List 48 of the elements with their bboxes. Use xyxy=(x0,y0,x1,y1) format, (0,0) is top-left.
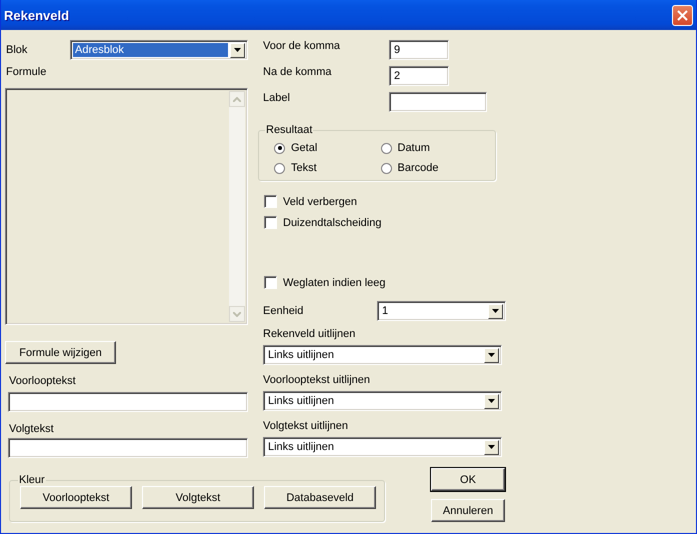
color-button[interactable]: Databaseveld xyxy=(264,486,376,509)
caret-icon xyxy=(234,48,241,52)
formula-field[interactable] xyxy=(5,88,248,325)
window-title: Rekenveld xyxy=(4,8,70,22)
caret-icon xyxy=(488,399,495,403)
scrollbar[interactable] xyxy=(229,91,245,322)
close-button[interactable] xyxy=(672,4,693,26)
prefix-field[interactable] xyxy=(8,392,248,412)
field-label: Blok xyxy=(6,44,28,56)
radio-option[interactable]: Datum xyxy=(380,142,487,154)
group-title: Kleur xyxy=(18,474,46,486)
ok-button[interactable]: OK xyxy=(431,468,505,491)
field-label: Eenheid xyxy=(263,305,304,317)
alignment-dropdown[interactable]: Links uitlijnen xyxy=(263,391,502,411)
caret-icon xyxy=(488,445,495,449)
input-field[interactable]: 2 xyxy=(389,66,449,86)
checkbox[interactable]: Veld verbergen xyxy=(264,195,506,208)
input-field[interactable]: 9 xyxy=(389,40,449,60)
unit-dropdown[interactable]: 1 xyxy=(377,301,506,321)
radio-option[interactable]: Barcode xyxy=(380,162,487,174)
suffix-field[interactable] xyxy=(8,438,248,458)
radio-option[interactable]: Getal xyxy=(274,142,380,154)
block-dropdown[interactable]: Adresblok xyxy=(70,40,248,60)
caret-icon xyxy=(488,353,495,357)
color-button[interactable]: Volgtekst xyxy=(142,486,254,509)
field-label: Volgtekst xyxy=(9,423,55,435)
alignment-dropdown[interactable]: Links uitlijnen xyxy=(263,437,502,457)
scroll-down-icon xyxy=(233,312,241,316)
caret-icon xyxy=(492,309,499,313)
radio-option[interactable]: Tekst xyxy=(274,162,380,174)
cancel-button[interactable]: Annuleren xyxy=(431,499,505,522)
field-label: Voorlooptekst uitlijnen xyxy=(263,374,372,386)
field-label: Label xyxy=(263,92,291,104)
color-button[interactable]: Voorlooptekst xyxy=(20,486,132,509)
field-label: Voorlooptekst xyxy=(9,375,77,387)
checkbox[interactable]: Duizendtalscheiding xyxy=(264,216,506,229)
group-title: Resultaat xyxy=(265,124,314,136)
input-field[interactable] xyxy=(389,92,487,112)
field-label: Volgtekst uitlijnen xyxy=(263,420,349,432)
field-label: Rekenveld uitlijnen xyxy=(263,328,356,340)
formula-button[interactable]: Formule wijzigen xyxy=(5,341,116,364)
close-icon xyxy=(677,10,688,20)
checkbox[interactable]: Weglaten indien leeg xyxy=(264,276,506,289)
field-label: Voor de komma xyxy=(263,40,342,52)
field-label: Formule xyxy=(6,66,48,78)
scroll-up-icon xyxy=(233,96,241,102)
alignment-dropdown[interactable]: Links uitlijnen xyxy=(263,345,502,365)
field-label: Na de komma xyxy=(263,66,332,78)
